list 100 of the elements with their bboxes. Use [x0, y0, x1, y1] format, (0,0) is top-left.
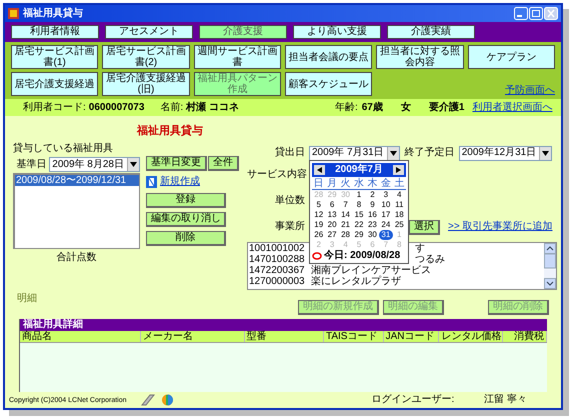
sub-tab[interactable]: ケアプラン — [468, 45, 555, 69]
sub-tab[interactable]: 福祉用具パターン作成 — [194, 72, 281, 96]
calendar-day[interactable]: 5 — [312, 200, 326, 210]
calendar-day[interactable]: 18 — [392, 210, 406, 220]
service-label: サービス内容 — [247, 170, 305, 180]
add-office-link[interactable]: >> 取引先事業所に追加 — [448, 222, 552, 232]
total-points-label: 合計点数 — [56, 253, 96, 263]
calendar-day[interactable]: 7 — [338, 200, 352, 210]
calendar-day[interactable]: 6 — [325, 200, 339, 210]
calendar-day[interactable]: 26 — [312, 230, 326, 240]
calendar-day[interactable]: 12 — [312, 210, 326, 220]
rental-list-item[interactable]: 2009/08/28〜2099/12/31 — [15, 175, 139, 186]
show-all-button[interactable]: 全件 — [208, 156, 239, 171]
sub-tab[interactable]: 担当者会議の要点 — [285, 45, 372, 69]
sub-tab[interactable]: 居宅サービス計画書(2) — [102, 45, 190, 69]
office-name[interactable]: 湘南ブレインケアサービス — [311, 265, 431, 276]
calendar-day[interactable]: 31 — [379, 230, 393, 240]
office-label: 事業所 — [274, 222, 305, 232]
start-date-label: 貸出日 — [274, 148, 305, 158]
user-code: 0600007073 — [88, 102, 144, 112]
main-tab[interactable]: より高い支援 — [293, 25, 381, 39]
column-header[interactable]: JANコード — [384, 331, 440, 342]
main-tab[interactable]: アセスメント — [105, 25, 193, 39]
calendar-day[interactable]: 29 — [352, 230, 366, 240]
prevention-link[interactable]: 予防画面へ — [505, 86, 555, 96]
page-heading: 福祉用具貸与 — [137, 125, 203, 137]
calendar-day[interactable]: 14 — [338, 210, 352, 220]
calendar-day[interactable]: 21 — [338, 220, 352, 230]
end-date-label: 終了予定日 — [404, 148, 455, 158]
calendar-day[interactable]: 4 — [392, 190, 406, 200]
office-select-button[interactable]: 選択 — [409, 220, 440, 234]
calendar-day[interactable]: 10 — [379, 200, 393, 210]
calendar-day[interactable]: 17 — [379, 210, 393, 220]
sub-tab[interactable]: 顧客スケジュール — [285, 72, 372, 96]
calendar-day[interactable]: 27 — [325, 230, 339, 240]
user-code-label: 利用者コード: — [23, 102, 86, 112]
column-header[interactable]: 商品名 — [20, 331, 142, 342]
calendar-day[interactable]: 25 — [392, 220, 406, 230]
calendar-day[interactable]: 13 — [325, 210, 339, 220]
main-tab[interactable]: 介護実績 — [387, 25, 475, 39]
calendar-day[interactable]: 28 — [338, 230, 352, 240]
calendar-day[interactable]: 15 — [352, 210, 366, 220]
new-create-link[interactable]: 新規作成 — [160, 177, 200, 187]
weekday-label: 木 — [366, 178, 378, 189]
weekday-label: 日 — [312, 178, 325, 189]
calendar-day[interactable]: 1 — [352, 190, 366, 200]
age-label: 年齢: — [334, 102, 358, 112]
today-date[interactable]: 今日: 2009/08/28 — [324, 251, 400, 261]
base-date-change-button[interactable]: 基準日変更 — [146, 156, 207, 171]
office-code[interactable]: 1270000003 — [249, 276, 311, 287]
main-tab[interactable]: 利用者情報 — [11, 25, 99, 39]
column-header[interactable]: メーカー名 — [141, 331, 244, 342]
calendar-day[interactable]: 20 — [325, 220, 339, 230]
calendar-day[interactable]: 16 — [366, 210, 380, 220]
weekday-label: 月 — [326, 178, 338, 189]
sub-tab[interactable]: 居宅介護支援経過(旧) — [102, 72, 190, 96]
calendar-day[interactable]: 24 — [379, 220, 393, 230]
action-button[interactable]: 編集の取り消し — [146, 212, 226, 227]
user-name: 村瀬 ココネ — [186, 102, 239, 112]
user-sex: 女 — [400, 102, 411, 112]
sub-tab[interactable]: 担当者に対する照会内容 — [376, 45, 464, 69]
office-name[interactable]: 楽にレンタルプラザ — [311, 276, 401, 287]
calendar-day[interactable]: 3 — [379, 190, 393, 200]
start-date-select[interactable]: 2009年 7月31日 — [309, 146, 400, 160]
end-date-select[interactable]: 2009年12月31日 — [458, 146, 552, 160]
weekday-label: 火 — [340, 178, 352, 189]
base-date-label: 基準日 — [16, 160, 46, 170]
sub-tab[interactable]: 居宅介護支援経過 — [11, 72, 98, 96]
calendar-day[interactable]: 11 — [392, 200, 406, 210]
action-button[interactable]: 登録 — [146, 193, 226, 208]
calendar-day[interactable]: 30 — [366, 230, 380, 240]
column-header[interactable]: TAISコード — [324, 331, 384, 342]
care-level: 要介護1 — [428, 102, 464, 112]
action-button[interactable]: 削除 — [146, 231, 226, 246]
main-tab[interactable]: 介護支援 — [199, 25, 287, 39]
weekday-label: 金 — [380, 178, 392, 189]
office-code[interactable]: 1472200367 — [249, 265, 311, 276]
unit-count-label: 単位数 — [274, 196, 305, 206]
details-label: 明細 — [17, 294, 37, 304]
office-name[interactable]: す — [415, 243, 425, 254]
weekday-label: 土 — [393, 178, 406, 189]
name-label: 名前: — [160, 102, 184, 112]
column-header[interactable]: 消費税 — [503, 331, 547, 342]
calendar-day[interactable]: 2 — [366, 190, 380, 200]
sub-tab[interactable]: 居宅サービス計画書(1) — [11, 45, 98, 69]
calendar-day[interactable]: 22 — [352, 220, 366, 230]
login-user-label: ログインユーザー: — [371, 395, 454, 405]
calendar-day[interactable]: 8 — [352, 200, 366, 210]
rentals-label: 貸与している福祉用具 — [13, 144, 114, 156]
base-date-select[interactable]: 2009年 8月28日 — [49, 157, 140, 172]
column-header[interactable]: レンタル価格 — [439, 331, 504, 342]
office-name[interactable]: つるみ — [415, 254, 445, 265]
column-header[interactable]: 型番 — [244, 331, 324, 342]
user-select-link[interactable]: 利用者選択画面へ — [464, 102, 552, 112]
calendar-day[interactable]: 9 — [366, 200, 380, 210]
sub-tab[interactable]: 週間サービス計画書 — [194, 45, 281, 69]
user-age: 67歳 — [362, 102, 383, 112]
calendar-day[interactable]: 23 — [366, 220, 380, 230]
login-user-name: 江留 寧々 — [484, 395, 527, 405]
calendar-day[interactable]: 19 — [312, 220, 326, 230]
